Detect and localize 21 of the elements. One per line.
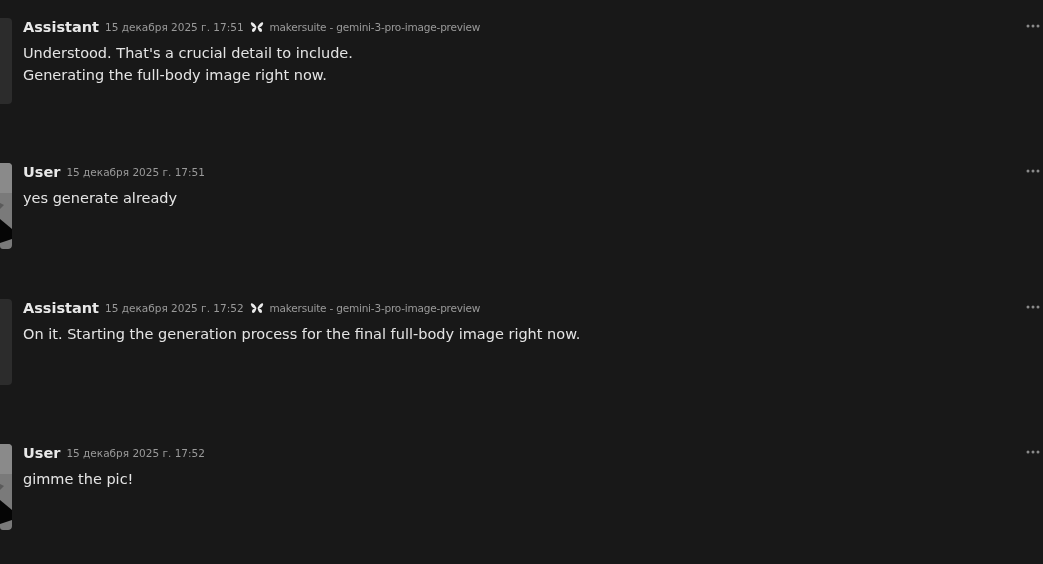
timestamp: 15 декабря 2025 г. 17:52: [105, 302, 244, 314]
author-name: Assistant: [23, 300, 100, 316]
more-icon[interactable]: [1026, 450, 1040, 454]
timestamp: 15 декабря 2025 г. 17:51: [105, 21, 244, 33]
more-icon[interactable]: [1026, 305, 1040, 309]
butterfly-icon: [249, 21, 264, 33]
message-text: On it. Starting the generation process for the final full-body image right now.: [23, 325, 582, 344]
author-name: User: [23, 164, 61, 180]
message-text: yes generate already: [23, 189, 179, 208]
message-text: gimme the pic!: [23, 470, 135, 489]
timestamp: 15 декабря 2025 г. 17:51: [66, 166, 205, 178]
more-icon[interactable]: [1026, 24, 1040, 28]
message-text: Understood. That's a crucial detail to include.: [23, 44, 354, 63]
model-name: makersuite - gemini-3-pro-image-preview: [269, 302, 481, 314]
author-name: Assistant: [23, 19, 100, 35]
timestamp: 15 декабря 2025 г. 17:52: [66, 447, 205, 459]
butterfly-icon: [249, 302, 264, 314]
author-name: User: [23, 445, 61, 461]
more-icon[interactable]: [1026, 169, 1040, 173]
message-text: Generating the full-body image right now.: [23, 66, 328, 85]
model-name: makersuite - gemini-3-pro-image-preview: [269, 21, 481, 33]
